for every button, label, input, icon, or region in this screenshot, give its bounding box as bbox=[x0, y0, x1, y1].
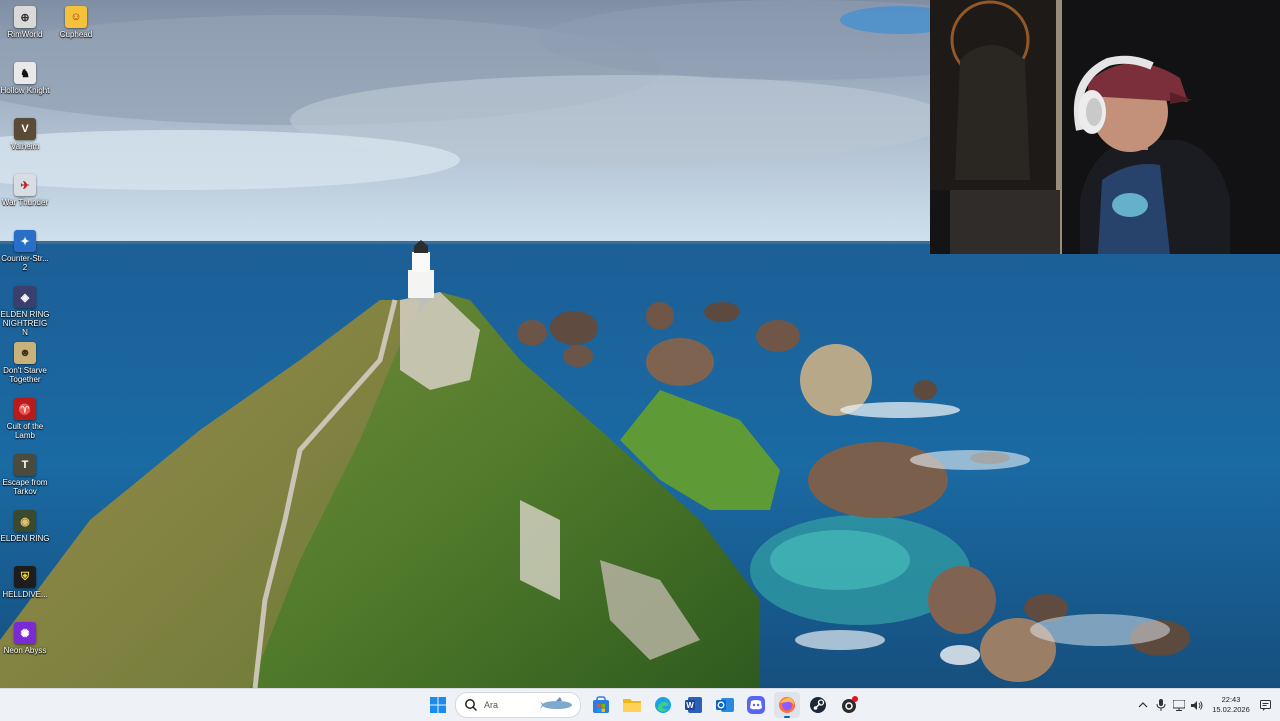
taskbar-app-outlook[interactable] bbox=[712, 692, 738, 718]
valheim-icon: V bbox=[14, 118, 36, 140]
edge-icon bbox=[654, 697, 671, 713]
taskbar-app-microsoft-store[interactable] bbox=[588, 692, 614, 718]
chevron-up-icon bbox=[1138, 702, 1148, 708]
speaker-icon bbox=[1191, 700, 1203, 710]
desktop-shortcut-war-thunder[interactable]: ✈ War Thunder bbox=[0, 170, 50, 207]
cuphead-icon: ☺ bbox=[65, 6, 87, 28]
microsoft-store-icon bbox=[592, 696, 609, 713]
taskbar-pinned-apps: Ara W bbox=[422, 689, 864, 721]
file-explorer-icon bbox=[622, 699, 641, 712]
notification-icon bbox=[1259, 699, 1271, 711]
hollow-knight-icon: ♞ bbox=[14, 62, 36, 84]
dont-starve-icon: ☻ bbox=[14, 342, 36, 364]
elden-ring-nightreign-icon: ◈ bbox=[14, 286, 36, 308]
taskbar-app-word[interactable]: W bbox=[681, 692, 707, 718]
rimworld-icon: ⊕ bbox=[14, 6, 36, 28]
recording-app-icon bbox=[841, 696, 858, 713]
clock-button[interactable]: 22:43 15.02.2026 bbox=[1206, 695, 1256, 715]
svg-text:W: W bbox=[686, 701, 694, 710]
taskbar-app-file-explorer[interactable] bbox=[619, 692, 645, 718]
show-hidden-icons-button[interactable] bbox=[1134, 696, 1152, 714]
outlook-icon bbox=[715, 698, 734, 712]
elden-ring-icon: ◉ bbox=[14, 510, 36, 532]
desktop-shortcut-elden-ring[interactable]: ◉ ELDEN RING bbox=[0, 506, 50, 543]
desktop-shortcut-hollow-knight[interactable]: ♞ Hollow Knight bbox=[0, 58, 50, 95]
discord-icon bbox=[746, 696, 765, 714]
desktop-shortcut-rimworld[interactable]: ⊕ RimWorld bbox=[0, 2, 50, 39]
taskbar-app-firefox[interactable] bbox=[773, 692, 800, 718]
desktop-shortcut-neon-abyss[interactable]: ✺ Neon Abyss bbox=[0, 618, 50, 655]
search-icon bbox=[465, 699, 478, 712]
active-window-indicator bbox=[783, 716, 790, 718]
taskbar-search-box[interactable]: Ara bbox=[455, 692, 581, 718]
clock-date: 15.02.2026 bbox=[1212, 705, 1250, 714]
search-placeholder: Ara bbox=[484, 700, 499, 710]
cult-of-the-lamb-icon: ♈ bbox=[14, 398, 36, 420]
counter-strike-icon: ✦ bbox=[14, 230, 36, 252]
helldivers-icon: ⛨ bbox=[14, 566, 36, 588]
desktop-shortcut-valheim[interactable]: V Valheim bbox=[0, 114, 50, 151]
start-button[interactable] bbox=[425, 692, 451, 718]
webcam-overlay bbox=[930, 0, 1280, 254]
taskbar-app-recording[interactable] bbox=[836, 692, 862, 718]
taskbar-app-discord[interactable] bbox=[743, 692, 769, 718]
desktop-shortcut-dont-starve-together[interactable]: ☻ Don't Starve Together bbox=[0, 338, 50, 384]
taskbar: Ara W 22:43 15.02.2026 bbox=[0, 688, 1280, 721]
network-icon bbox=[1173, 699, 1185, 711]
volume-tray-button[interactable] bbox=[1188, 696, 1206, 714]
desktop-shortcut-escape-from-tarkov[interactable]: T Escape from Tarkov bbox=[0, 450, 50, 496]
microphone-tray-button[interactable] bbox=[1152, 696, 1170, 714]
microphone-icon bbox=[1156, 699, 1166, 711]
taskbar-app-edge[interactable] bbox=[650, 692, 676, 718]
system-tray: 22:43 15.02.2026 bbox=[1134, 689, 1280, 721]
notifications-button[interactable] bbox=[1256, 696, 1274, 714]
widgets-icon bbox=[540, 697, 572, 709]
neon-abyss-icon: ✺ bbox=[14, 622, 36, 644]
word-icon: W bbox=[684, 697, 702, 713]
tarkov-icon: T bbox=[14, 454, 36, 476]
war-thunder-icon: ✈ bbox=[14, 174, 36, 196]
network-tray-button[interactable] bbox=[1170, 696, 1188, 714]
webcam-feed-image bbox=[930, 0, 1280, 254]
taskbar-app-steam[interactable] bbox=[805, 692, 831, 718]
desktop-shortcut-helldivers[interactable]: ⛨ HELLDIVE... bbox=[0, 562, 50, 599]
desktop-shortcut-cult-of-the-lamb[interactable]: ♈ Cult of the Lamb bbox=[0, 394, 50, 440]
steam-icon bbox=[809, 697, 826, 713]
desktop-shortcut-elden-ring-nightreign[interactable]: ◈ ELDEN RING NIGHTREIGN bbox=[0, 282, 50, 337]
desktop-shortcut-counter-strike[interactable]: ✦ Counter-Str... 2 bbox=[0, 226, 50, 272]
clock-time: 22:43 bbox=[1221, 695, 1241, 704]
firefox-icon bbox=[778, 697, 795, 713]
desktop-shortcut-cuphead[interactable]: ☺ Cuphead bbox=[51, 2, 101, 39]
start-icon bbox=[429, 697, 446, 713]
